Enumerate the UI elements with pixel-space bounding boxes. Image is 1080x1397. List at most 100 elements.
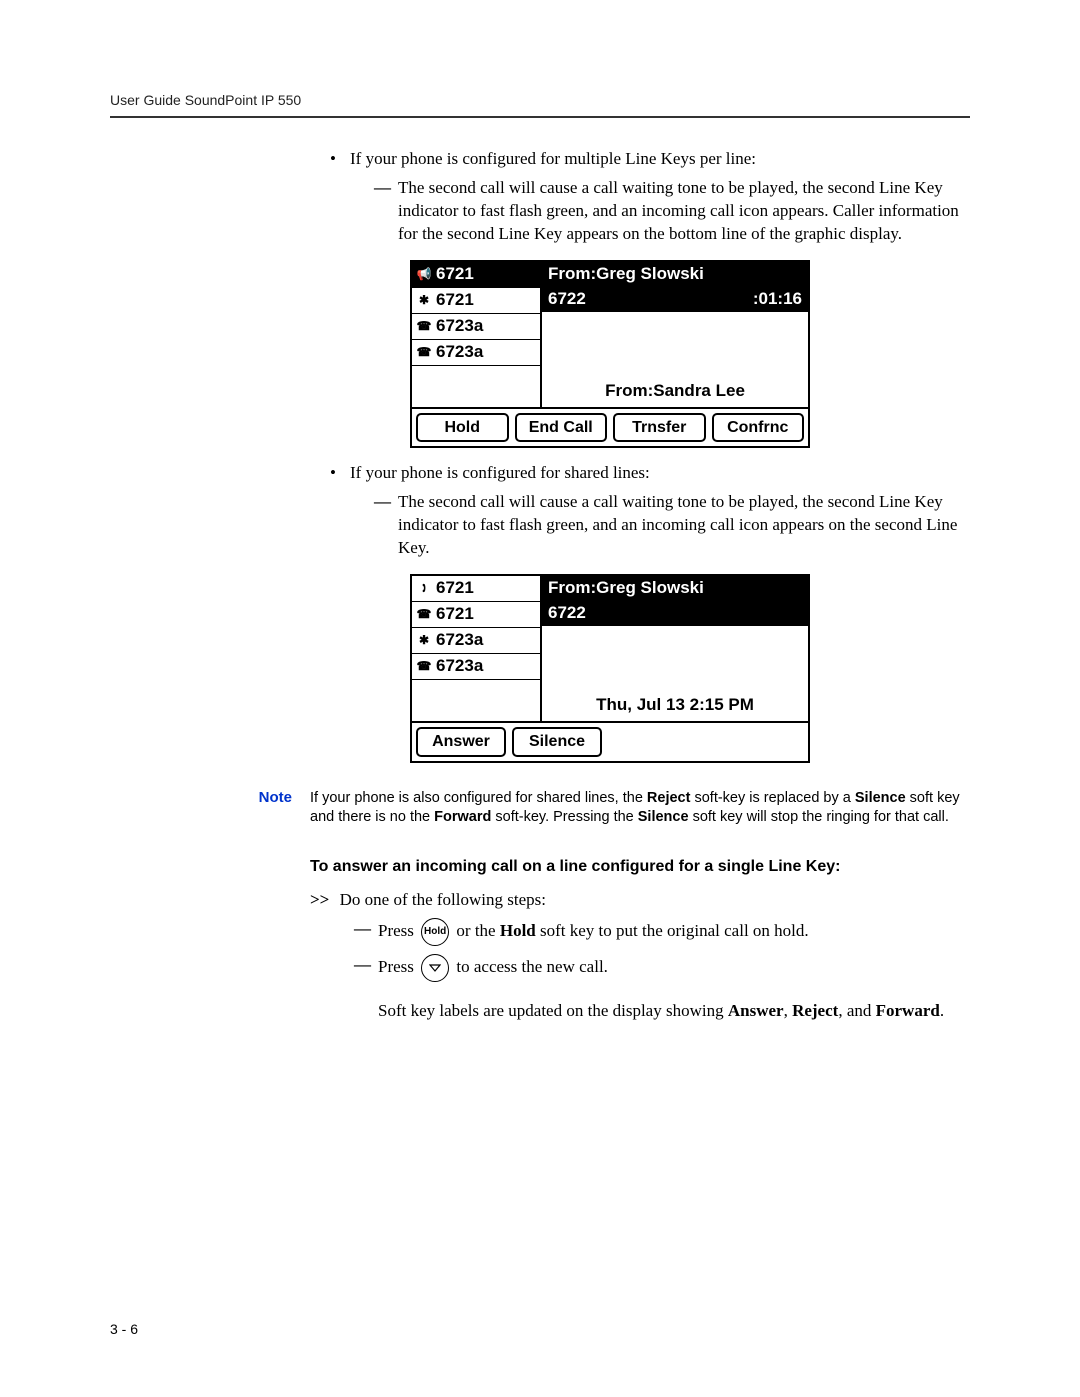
- step-item: Press to access the new call. Soft key l…: [354, 954, 970, 1023]
- step-text: Press: [378, 921, 418, 940]
- sub-list: The second call will cause a call waitin…: [350, 491, 970, 560]
- timer-text: :01:16: [753, 288, 802, 311]
- softkey-row: Hold End Call Trnsfer Confrnc: [412, 407, 808, 447]
- line-key-active: 📢 6721: [412, 262, 540, 288]
- reject-bold: Reject: [792, 1001, 838, 1020]
- page-number: 3 - 6: [110, 1321, 138, 1337]
- softkey-hold: Hold: [416, 413, 509, 443]
- header-title: User Guide SoundPoint IP 550: [110, 92, 301, 108]
- line-label: 6721: [436, 263, 474, 286]
- main-column: From:Greg Slowski 6722 :01:16 From:Sandr…: [542, 262, 808, 407]
- bullet-text: If your phone is configured for shared l…: [350, 463, 650, 482]
- phone-icon: ☎: [416, 345, 432, 359]
- line-key: ☎ 6723a: [412, 340, 540, 366]
- number-text: 6722: [548, 602, 586, 625]
- page-header: User Guide SoundPoint IP 550: [110, 90, 970, 118]
- step-text: .: [940, 1001, 944, 1020]
- page-footer: 3 - 6: [110, 1321, 138, 1337]
- line-label: 6723a: [436, 655, 483, 678]
- note-part: If your phone is also configured for sha…: [310, 790, 647, 806]
- line-label: 6721: [436, 289, 474, 312]
- line-label: 6721: [436, 577, 474, 600]
- number-row: 6722 :01:16: [542, 287, 808, 312]
- line-empty: [412, 680, 540, 721]
- line-empty: [412, 366, 540, 407]
- speaker-icon: 📢: [416, 267, 432, 281]
- from-row: From:Greg Slowski: [542, 262, 808, 287]
- line-key: ✱ 6721: [412, 288, 540, 314]
- step-intro: >> Do one of the following steps:: [310, 890, 970, 910]
- step-text: or the: [452, 921, 500, 940]
- caller-text: From:Sandra Lee: [605, 381, 745, 400]
- subheading: To answer an incoming call on a line con…: [310, 858, 970, 876]
- line-key: 🕽 6721: [412, 576, 540, 602]
- bullet-item: If your phone is configured for shared l…: [330, 462, 970, 762]
- note-silence2: Silence: [638, 809, 689, 825]
- line-column: 📢 6721 ✱ 6721 ☎ 6723a: [412, 262, 542, 407]
- note-part: soft-key is replaced by a: [690, 790, 854, 806]
- datetime-text: Thu, Jul 13 2:15 PM: [596, 695, 754, 714]
- step-text: Press: [378, 957, 418, 976]
- line-label: 6723a: [436, 315, 483, 338]
- number-text: 6722: [548, 288, 586, 311]
- note-silence: Silence: [855, 790, 906, 806]
- phone-icon: ☎: [416, 659, 432, 673]
- bullet-text: If your phone is configured for multiple…: [350, 149, 756, 168]
- step-text: to access the new call.: [452, 957, 608, 976]
- from-row: From:Greg Slowski: [542, 576, 808, 601]
- handset-icon: 🕽: [416, 582, 432, 596]
- step-prefix: >>: [310, 890, 329, 909]
- note-reject: Reject: [647, 790, 691, 806]
- note-block: Note If your phone is also configured fo…: [230, 789, 970, 828]
- bullet-list: If your phone is configured for multiple…: [310, 148, 970, 763]
- note-forward: Forward: [434, 809, 491, 825]
- answer-bold: Answer: [728, 1001, 784, 1020]
- step-text: soft key to put the original call on hol…: [536, 921, 809, 940]
- sub-text: The second call will cause a call waitin…: [398, 492, 957, 557]
- line-key: ☎ 6723a: [412, 654, 540, 680]
- line-label: 6723a: [436, 341, 483, 364]
- bullet-item: If your phone is configured for multiple…: [330, 148, 970, 448]
- hold-bold: Hold: [500, 921, 536, 940]
- forward-bold: Forward: [876, 1001, 940, 1020]
- phone-screen-2: 🕽 6721 ☎ 6721 ✱ 6723a: [410, 574, 810, 763]
- sub-text: The second call will cause a call waitin…: [398, 178, 959, 243]
- step-text: Soft key labels are updated on the displ…: [378, 1001, 728, 1020]
- step-followup: Soft key labels are updated on the displ…: [378, 1000, 970, 1023]
- phone-screen-1: 📢 6721 ✱ 6721 ☎ 6723a: [410, 260, 810, 449]
- screen-body: 📢 6721 ✱ 6721 ☎ 6723a: [412, 262, 808, 407]
- note-label: Note: [230, 789, 310, 828]
- sub-list: The second call will cause a call waitin…: [350, 177, 970, 246]
- line-label: 6721: [436, 603, 474, 626]
- note-part: soft-key. Pressing the: [491, 809, 637, 825]
- sub-item: The second call will cause a call waitin…: [374, 491, 970, 560]
- hold-button-icon: Hold: [421, 918, 449, 946]
- screen-body: 🕽 6721 ☎ 6721 ✱ 6723a: [412, 576, 808, 721]
- note-text: If your phone is also configured for sha…: [310, 789, 970, 828]
- step-text: , and: [838, 1001, 875, 1020]
- step-list: Press Hold or the Hold soft key to put t…: [310, 918, 970, 1023]
- from-text: From:Greg Slowski: [548, 263, 704, 286]
- softkey-transfer: Trnsfer: [613, 413, 706, 443]
- softkey-answer: Answer: [416, 727, 506, 757]
- phone-icon: ☎: [416, 608, 432, 622]
- datetime-row: Thu, Jul 13 2:15 PM: [542, 692, 808, 721]
- line-key: ✱ 6723a: [412, 628, 540, 654]
- document-page: User Guide SoundPoint IP 550 If your pho…: [0, 0, 1080, 1091]
- note-part: soft key will stop the ringing for that …: [689, 809, 949, 825]
- softkey-conference: Confrnc: [712, 413, 805, 443]
- caller-row: From:Sandra Lee: [542, 378, 808, 407]
- number-row: 6722: [542, 601, 808, 626]
- line-key: ☎ 6721: [412, 602, 540, 628]
- step-intro-text: Do one of the following steps:: [340, 890, 546, 909]
- ring-icon: ✱: [416, 293, 432, 307]
- softkey-silence: Silence: [512, 727, 602, 757]
- down-arrow-button-icon: [421, 954, 449, 982]
- step-item: Press Hold or the Hold soft key to put t…: [354, 918, 970, 946]
- line-key: ☎ 6723a: [412, 314, 540, 340]
- main-column: From:Greg Slowski 6722 Thu, Jul 13 2:15 …: [542, 576, 808, 721]
- softkey-row: Answer Silence: [412, 721, 808, 761]
- main-content: If your phone is configured for multiple…: [310, 148, 970, 1023]
- line-label: 6723a: [436, 629, 483, 652]
- line-column: 🕽 6721 ☎ 6721 ✱ 6723a: [412, 576, 542, 721]
